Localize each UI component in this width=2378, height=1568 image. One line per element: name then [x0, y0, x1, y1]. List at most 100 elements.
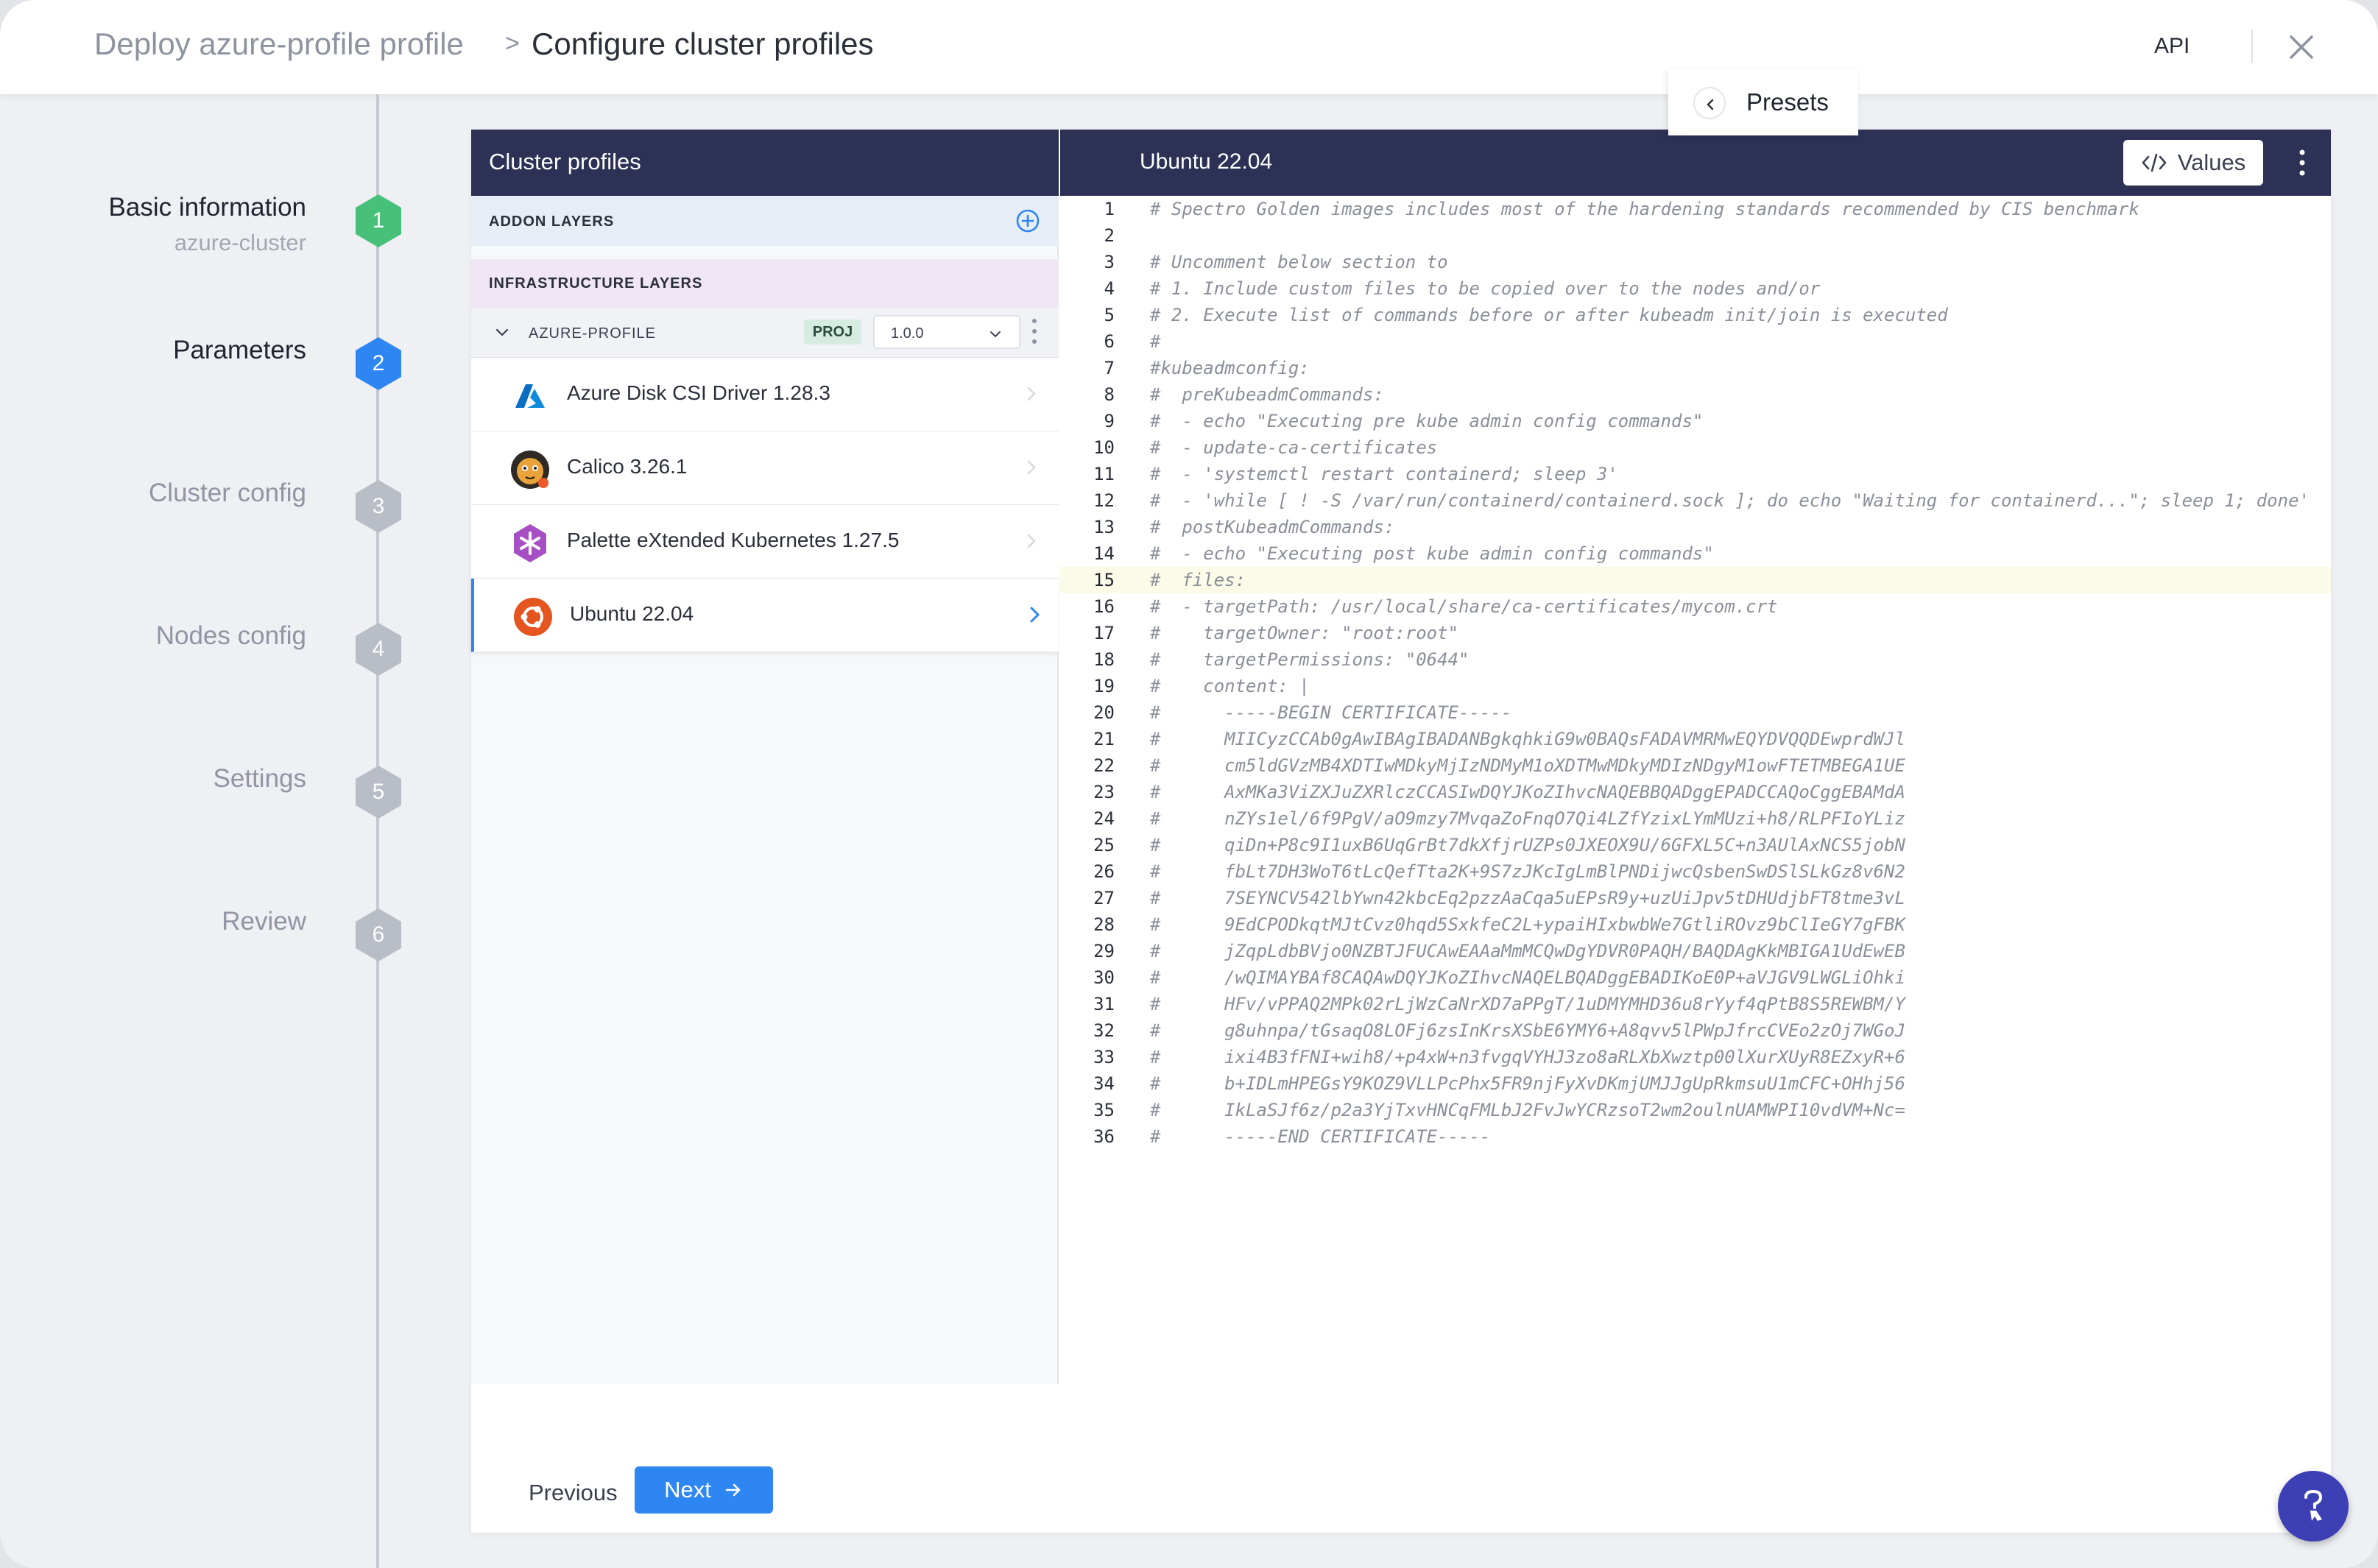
line-number: 14: [1093, 543, 1115, 564]
layer-item-calico[interactable]: Calico 3.26.1: [471, 431, 1059, 505]
code-line[interactable]: 5 # 2. Execute list of commands before or…: [1060, 302, 2331, 328]
code-line[interactable]: 32 # g8uhnpa/tGsaqO8LOFj6zsInKrsXSbE6YMY6…: [1060, 1017, 2331, 1044]
presets-collapse-button[interactable]: [1693, 87, 1726, 119]
line-number: 10: [1093, 437, 1115, 458]
code-text: # g8uhnpa/tGsaqO8LOFj6zsInKrsXSbE6YMY6+A…: [1150, 1020, 1905, 1041]
code-line[interactable]: 6 #: [1060, 328, 2331, 355]
code-line[interactable]: 18 # targetPermissions: "0644": [1060, 646, 2331, 673]
wizard-window: Deploy azure-profile profile > Configure…: [0, 0, 2378, 1568]
values-button[interactable]: Values: [2123, 140, 2263, 186]
code-line[interactable]: 16 # - targetPath: /usr/local/share/ca-ce…: [1060, 593, 2331, 620]
code-text: # - echo "Executing post kube admin conf…: [1150, 543, 1714, 564]
code-line[interactable]: 28 # 9EdCPODkqtMJtCvz0hqd5SxkfeC2L+ypaiHI…: [1060, 911, 2331, 938]
code-line[interactable]: 31 # HFv/vPPAQ2MPk02rLjWzCaNrXD7aPPgT/1uD…: [1060, 991, 2331, 1017]
code-line[interactable]: 21 # MIICyzCCAb0gAwIBAgIBADANBgkqhkiG9w0B…: [1060, 726, 2331, 752]
line-number: 26: [1093, 861, 1115, 882]
presets-drawer-toggle[interactable]: Presets: [1668, 69, 1858, 135]
code-line[interactable]: 30 # /wQIMAYBAf8CAQAwDQYJKoZIhvcNAQELBQAD…: [1060, 964, 2331, 991]
code-line[interactable]: 17 # targetOwner: "root:root": [1060, 620, 2331, 646]
code-line[interactable]: 2: [1060, 222, 2331, 249]
azure-icon: [515, 384, 545, 408]
layer-editor-title: Ubuntu 22.04: [1140, 149, 1273, 174]
code-line[interactable]: 11 # - 'systemctl restart containerd; sle…: [1060, 461, 2331, 487]
layer-item-palette-kubernetes[interactable]: Palette eXtended Kubernetes 1.27.5: [471, 505, 1059, 579]
code-line[interactable]: 29 # jZqpLdbBVjo0NZBTJFUCAwEAAaMmMCQwDgYD…: [1060, 938, 2331, 964]
breadcrumb-parent[interactable]: Deploy azure-profile profile: [94, 27, 464, 62]
code-line[interactable]: 15 # files:: [1060, 567, 2331, 593]
code-line[interactable]: 3 # Uncomment below section to: [1060, 249, 2331, 275]
code-line[interactable]: 7 #kubeadmconfig:: [1060, 355, 2331, 381]
header-divider: [2251, 29, 2253, 63]
code-text: # -----END CERTIFICATE-----: [1150, 1126, 1491, 1147]
code-line[interactable]: 13 # postKubeadmCommands:: [1060, 514, 2331, 540]
code-line[interactable]: 10 # - update-ca-certificates: [1060, 434, 2331, 461]
kebab-menu-icon: [1032, 319, 1037, 344]
line-number: 12: [1093, 490, 1115, 511]
add-addon-layer-button[interactable]: [1015, 208, 1041, 234]
addon-layers-title: ADDON LAYERS: [489, 213, 615, 230]
code-text: # b+IDLmHPEGsY9KOZ9VLLPcPhx5FR9njFyXvDKm…: [1150, 1073, 1905, 1094]
previous-button[interactable]: Previous: [529, 1472, 618, 1514]
chevron-right-icon: [1027, 534, 1036, 548]
calico-icon: [511, 451, 549, 489]
code-line[interactable]: 20 # -----BEGIN CERTIFICATE-----: [1060, 699, 2331, 726]
line-number: 4: [1104, 278, 1115, 299]
code-text: # - echo "Executing pre kube admin confi…: [1150, 411, 1704, 431]
code-line[interactable]: 1 # Spectro Golden images includes most o…: [1060, 196, 2331, 222]
code-text: # Spectro Golden images includes most of…: [1150, 199, 2139, 219]
step-sublabel-cluster-name: azure-cluster: [174, 230, 306, 255]
chevron-right-icon: [1030, 607, 1040, 623]
cluster-profiles-title: Cluster profiles: [489, 149, 641, 174]
line-number: 16: [1093, 596, 1115, 617]
step-1-done-badge[interactable]: 1: [356, 194, 401, 247]
chevron-down-icon: [990, 331, 1001, 338]
breadcrumb-separator: >: [505, 29, 520, 57]
line-number: 21: [1093, 729, 1115, 749]
code-line[interactable]: 36 # -----END CERTIFICATE-----: [1060, 1123, 2331, 1150]
code-text: # Uncomment below section to: [1150, 252, 1448, 272]
code-line[interactable]: 24 # nZYs1el/6f9PgV/aO9mzy7MvqaZoFnqO7Qi4…: [1060, 805, 2331, 832]
yaml-code-editor[interactable]: 1 # Spectro Golden images includes most o…: [1060, 196, 2331, 1384]
line-number: 2: [1104, 225, 1115, 246]
code-line[interactable]: 27 # 7SEYNCV542lbYwn42kbcEq2pzzAaCqa5uEPs…: [1060, 885, 2331, 911]
code-line[interactable]: 35 # IkLaSJf6z/p2a3YjTxvHNCqFMLbJ2FvJwYCR…: [1060, 1097, 2331, 1123]
line-number: 1: [1104, 199, 1115, 219]
code-line[interactable]: 22 # cm5ldGVzMB4XDTIwMDkyMjIzNDMyM1oXDTMw…: [1060, 752, 2331, 779]
chevron-down-icon[interactable]: [493, 324, 511, 342]
layer-item-ubuntu[interactable]: Ubuntu 22.04: [471, 579, 1059, 652]
close-button[interactable]: [2284, 29, 2319, 65]
cluster-profiles-header: Cluster profiles: [471, 130, 1059, 196]
code-line[interactable]: 14 # - echo "Executing post kube admin co…: [1060, 540, 2331, 567]
code-text: # - targetPath: /usr/local/share/ca-cert…: [1150, 596, 1778, 617]
profile-version-select[interactable]: 1.0.0: [873, 315, 1020, 349]
values-button-label: Values: [2177, 149, 2246, 175]
code-line[interactable]: 9 # - echo "Executing pre kube admin conf…: [1060, 408, 2331, 434]
layer-item-azure-disk-csi[interactable]: Azure Disk CSI Driver 1.28.3: [471, 358, 1059, 431]
step-label-basic-information[interactable]: Basic information: [109, 193, 306, 222]
kebab-menu-icon: [2299, 149, 2305, 176]
step-2-current-badge[interactable]: 2: [356, 337, 401, 390]
layer-name: Azure Disk CSI Driver 1.28.3: [567, 381, 830, 404]
code-line[interactable]: 8 # preKubeadmCommands:: [1060, 381, 2331, 408]
line-number: 35: [1093, 1100, 1115, 1120]
chevron-right-icon: [1027, 386, 1036, 401]
line-number: 3: [1104, 252, 1115, 272]
line-number: 17: [1093, 623, 1115, 643]
code-line[interactable]: 19 # content: |: [1060, 673, 2331, 699]
layer-options-button[interactable]: [2291, 146, 2313, 180]
code-line[interactable]: 26 # fbLt7DH3WoT6tLcQefTta2K+9S7zJKcIgLmB…: [1060, 858, 2331, 885]
scope-badge: PROJ: [804, 319, 861, 345]
code-line[interactable]: 34 # b+IDLmHPEGsY9KOZ9VLLPcPhx5FR9njFyXvD…: [1060, 1070, 2331, 1097]
code-line[interactable]: 25 # qiDn+P8c9I1uxB6UqGrBt7dkXfjrUZPs0JXE…: [1060, 832, 2331, 858]
profile-options-button[interactable]: [1031, 317, 1038, 346]
code-line[interactable]: 4 # 1. Include custom files to be copied …: [1060, 275, 2331, 302]
code-line[interactable]: 23 # AxMKa3ViZXJuZXRlczCCASIwDQYJKoZIhvcN…: [1060, 779, 2331, 805]
code-line[interactable]: 33 # ixi4B3fFNI+wih8/+p4xW+n3fvgqVYHJ3zo8…: [1060, 1044, 2331, 1070]
profile-row[interactable]: AZURE-PROFILE PROJ 1.0.0: [471, 308, 1059, 358]
api-link[interactable]: API: [2154, 34, 2190, 59]
next-button[interactable]: Next: [635, 1466, 773, 1514]
code-text: # ixi4B3fFNI+wih8/+p4xW+n3fvgqVYHJ3zo8aR…: [1150, 1047, 1905, 1067]
code-line[interactable]: 12 # - 'while [ ! -S /var/run/containerd/…: [1060, 487, 2331, 514]
help-button[interactable]: [2278, 1471, 2349, 1541]
step-label-parameters[interactable]: Parameters: [173, 336, 306, 365]
